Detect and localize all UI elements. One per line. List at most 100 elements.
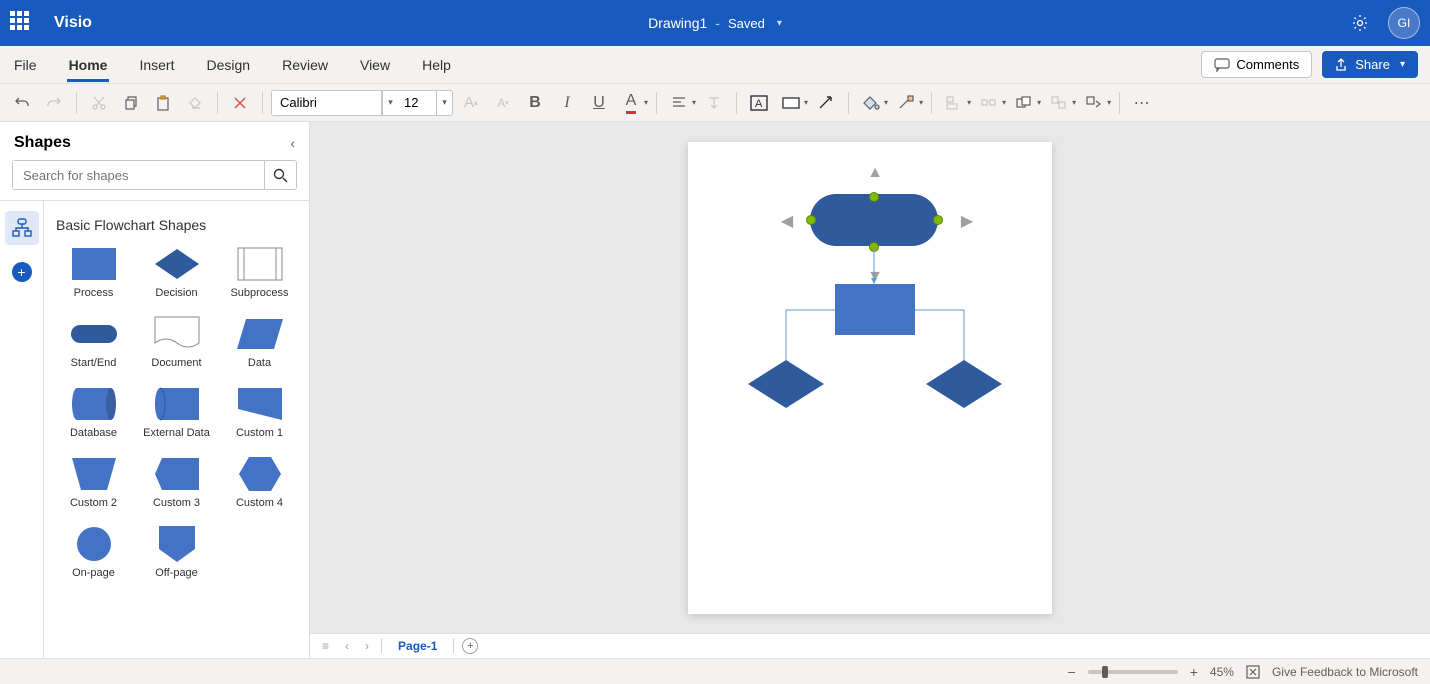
italic-button[interactable]: I [553,89,581,117]
shape-database[interactable]: Database [56,387,131,439]
search-icon [273,168,288,183]
add-stencil-button[interactable]: + [5,255,39,289]
shrink-font-button[interactable]: A▾ [489,89,517,117]
chevron-down-icon[interactable]: ▾ [382,91,398,115]
settings-icon[interactable] [1350,13,1370,33]
comments-label: Comments [1236,57,1299,72]
share-button[interactable]: Share ▾ [1322,51,1418,78]
group-button[interactable]: ▾ [1045,89,1076,117]
position-button[interactable]: ▾ [975,89,1006,117]
shape-onpage[interactable]: On-page [56,527,131,579]
main-area: Shapes ‹ + Basic Flowchart Shapes Proce [0,122,1430,658]
chevron-down-icon: ▾ [1400,59,1405,70]
drawing-page[interactable]: ▲ ◀ ▶ ▼ [688,142,1052,614]
fit-to-window-button[interactable] [1246,665,1260,679]
menu-tabs: File Home Insert Design Review View Help [12,49,453,81]
font-size-input[interactable] [398,91,436,115]
tab-home[interactable]: Home [67,49,110,81]
user-avatar[interactable]: GI [1388,7,1420,39]
shape-document[interactable]: Document [139,317,214,369]
chevron-down-icon: ▾ [777,18,782,29]
canvas-viewport[interactable]: ▲ ◀ ▶ ▼ [310,122,1430,633]
shape-process[interactable]: Process [56,247,131,299]
canvas-decision-shape-right[interactable] [924,358,1004,410]
document-name: Drawing1 [648,15,707,31]
title-bar: Visio Drawing1 - Saved ▾ GI [0,0,1430,46]
prev-page-button[interactable]: ‹ [341,639,353,653]
font-picker[interactable]: ▾ ▾ [271,90,453,116]
user-initials: GI [1398,16,1411,30]
shape-subprocess[interactable]: Subprocess [222,247,297,299]
document-title[interactable]: Drawing1 - Saved ▾ [648,15,782,31]
arrange-button[interactable]: ▾ [1010,89,1041,117]
shape-style-button[interactable]: ▾ [777,89,808,117]
line-button[interactable]: ▾ [892,89,923,117]
font-name-input[interactable] [272,91,382,115]
grow-font-button[interactable]: A▴ [457,89,485,117]
plus-icon: + [12,262,32,282]
vertical-align-button[interactable] [700,89,728,117]
shape-grid: Process Decision Subprocess Start/End Do… [56,247,297,579]
copy-button[interactable] [117,89,145,117]
save-status: Saved [728,16,765,31]
shape-offpage[interactable]: Off-page [139,527,214,579]
tab-review[interactable]: Review [280,49,330,81]
zoom-slider[interactable] [1088,670,1178,674]
cut-button[interactable] [85,89,113,117]
text-box-button[interactable]: A [745,89,773,117]
paste-button[interactable] [149,89,177,117]
align-shapes-button[interactable]: ▾ [940,89,971,117]
page-tabs-menu-icon[interactable]: ≡ [318,639,333,653]
tab-design[interactable]: Design [204,49,252,81]
align-button[interactable]: ▾ [665,89,696,117]
shapes-panel-title: Shapes [14,134,71,152]
next-page-button[interactable]: › [361,639,373,653]
format-painter-button[interactable] [181,89,209,117]
page-tabs-bar: ≡ ‹ › Page-1 + [310,633,1430,658]
flowchart-icon [11,217,33,239]
shape-search [12,160,297,190]
collapse-panel-button[interactable]: ‹ [290,135,295,151]
delete-button[interactable] [226,89,254,117]
canvas-process-shape[interactable] [835,284,915,335]
zoom-out-button[interactable]: − [1068,664,1076,680]
search-input[interactable] [13,161,264,189]
tab-help[interactable]: Help [420,49,453,81]
shape-startend[interactable]: Start/End [56,317,131,369]
tab-view[interactable]: View [358,49,392,81]
shape-custom3[interactable]: Custom 3 [139,457,214,509]
shape-custom2[interactable]: Custom 2 [56,457,131,509]
canvas-area: ▲ ◀ ▶ ▼ [310,122,1430,658]
zoom-in-button[interactable]: + [1190,664,1198,680]
bold-button[interactable]: B [521,89,549,117]
feedback-link[interactable]: Give Feedback to Microsoft [1272,665,1418,679]
chevron-down-icon[interactable]: ▾ [436,91,452,115]
comments-button[interactable]: Comments [1201,51,1312,78]
shape-externaldata[interactable]: External Data [139,387,214,439]
app-launcher-icon[interactable] [10,11,34,35]
app-name: Visio [54,14,92,32]
stencil-flowchart-button[interactable] [5,211,39,245]
page-tab-current[interactable]: Page-1 [390,639,445,653]
shape-custom1[interactable]: Custom 1 [222,387,297,439]
font-color-button[interactable]: A▾ [617,89,648,117]
shape-custom4[interactable]: Custom 4 [222,457,297,509]
connector-button[interactable] [812,89,840,117]
underline-button[interactable]: U [585,89,613,117]
tab-insert[interactable]: Insert [137,49,176,81]
shape-decision[interactable]: Decision [139,247,214,299]
add-page-button[interactable]: + [462,638,478,654]
undo-button[interactable] [8,89,36,117]
canvas-decision-shape-left[interactable] [746,358,826,410]
title-separator: - [715,15,720,31]
status-bar: − + 45% Give Feedback to Microsoft [0,658,1430,684]
zoom-level[interactable]: 45% [1210,665,1234,679]
search-button[interactable] [264,161,296,189]
change-shape-button[interactable]: ▾ [1080,89,1111,117]
share-label: Share [1355,57,1390,72]
more-commands-button[interactable]: ⋯ [1128,89,1156,117]
shape-data[interactable]: Data [222,317,297,369]
redo-button[interactable] [40,89,68,117]
tab-file[interactable]: File [12,49,39,81]
fill-button[interactable]: ▾ [857,89,888,117]
